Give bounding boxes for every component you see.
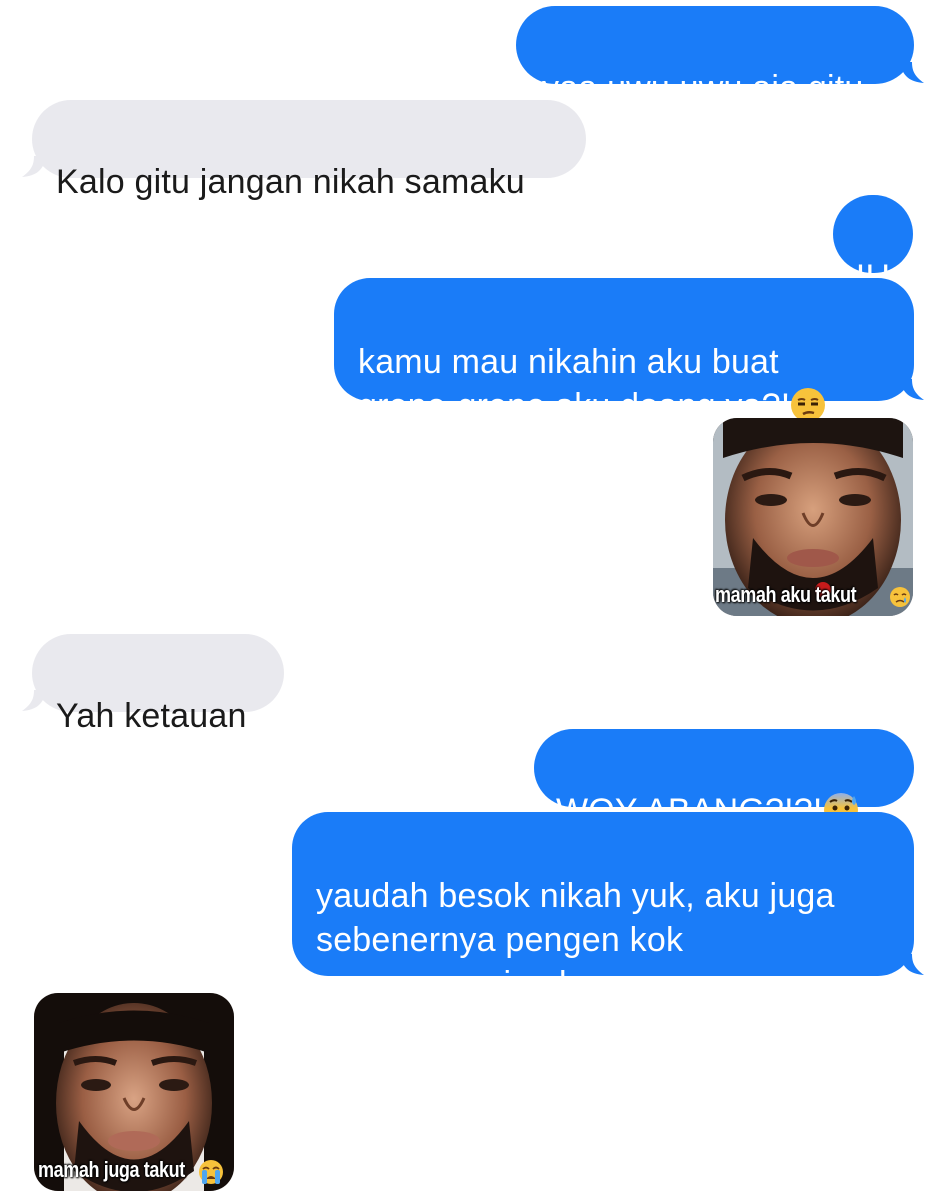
outgoing-message-bubble[interactable]: IH xyxy=(833,195,913,296)
outgoing-message-bubble[interactable]: yaudah besok nikah yuk, aku juga sebener… xyxy=(292,812,914,1003)
outgoing-message-bubble[interactable]: yaa uwu uwu aja gitu xyxy=(516,6,914,107)
bubble-tail xyxy=(900,954,924,975)
message-text: Kalo gitu jangan nikah samaku xyxy=(56,163,525,201)
bubble-tail xyxy=(22,156,46,177)
bubble-tail xyxy=(900,379,924,400)
message-text: yaudah besok nikah yuk, aku juga sebener… xyxy=(316,877,835,1003)
sticker-image[interactable]: mamah aku takut xyxy=(713,418,913,616)
bubble-tail xyxy=(900,62,924,83)
message-text: Yah ketauan xyxy=(56,697,247,735)
sticker-caption: mamah juga takut xyxy=(38,1157,185,1182)
message-text: yaa uwu uwu aja gitu xyxy=(542,69,864,107)
sticker-image[interactable]: mamah juga takut xyxy=(34,993,234,1191)
crying-face-icon xyxy=(890,587,910,607)
outgoing-message-bubble[interactable]: kamu mau nikahin aku buat grepe-grepe ak… xyxy=(334,278,914,425)
incoming-message-bubble[interactable]: Yah ketauan xyxy=(32,634,284,735)
sticker-caption: mamah aku takut xyxy=(715,582,857,607)
bubble-tail xyxy=(22,690,46,711)
message-text: kamu mau nikahin aku buat grepe-grepe ak… xyxy=(358,343,791,425)
loudly-crying-face-icon xyxy=(199,1160,223,1184)
outgoing-message-bubble[interactable]: WOY ABANG?!?! xyxy=(534,729,914,830)
incoming-message-bubble[interactable]: Kalo gitu jangan nikah samaku xyxy=(32,100,586,201)
